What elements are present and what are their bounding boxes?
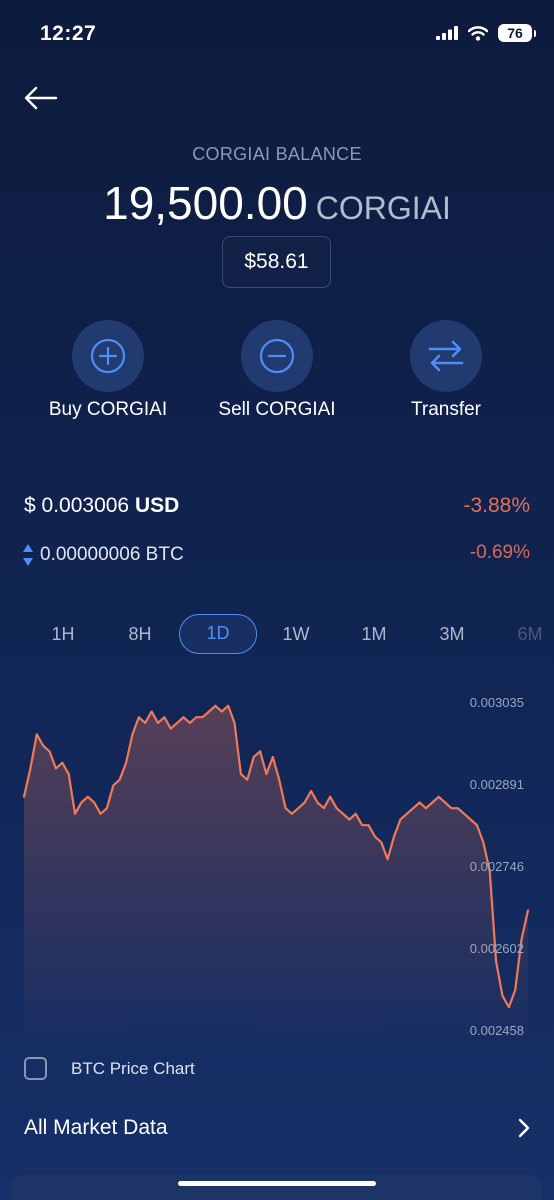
up-down-arrows-icon	[23, 544, 33, 566]
status-time: 12:27	[40, 22, 97, 45]
price-usd-suffix: USD	[129, 494, 180, 517]
transfer-button-circle[interactable]	[410, 320, 482, 392]
tab-8h[interactable]: 8H	[101, 614, 179, 654]
price-btc: 0.00000006 BTC	[22, 542, 184, 568]
tab-1h[interactable]: 1H	[24, 614, 102, 654]
balance-label: CORGIAI BALANCE	[192, 144, 362, 164]
y-tick-label: 0.003035	[469, 695, 524, 710]
price-chart[interactable]: 0.003035 0.002891 0.002746 0.002602 0.00…	[0, 690, 554, 1040]
sell-button-circle[interactable]	[241, 320, 313, 392]
range-tabs: 1H 8H 1D 1W 1M 3M 6M	[0, 614, 554, 654]
sell-button[interactable]: Sell CORGIAI	[187, 320, 367, 421]
tab-1w[interactable]: 1W	[257, 614, 335, 654]
sell-button-label: Sell CORGIAI	[218, 399, 336, 420]
y-tick-label: 0.002746	[469, 859, 524, 874]
status-icons: 76	[436, 24, 536, 42]
y-tick-label: 0.002891	[469, 777, 524, 792]
wifi-icon	[468, 25, 488, 41]
plus-circle-icon	[90, 338, 126, 374]
cellular-signal-icon	[436, 26, 458, 40]
buy-button-circle[interactable]	[72, 320, 144, 392]
price-usd-prefix: $	[24, 494, 42, 517]
tab-6m[interactable]: 6M	[491, 614, 554, 654]
btc-chart-label: BTC Price Chart	[71, 1058, 195, 1078]
btc-price-chart-toggle[interactable]: BTC Price Chart	[24, 1057, 195, 1080]
price-usd-change: -3.88%	[463, 494, 530, 517]
arrow-left-icon	[24, 86, 58, 110]
home-indicator	[178, 1181, 376, 1186]
usd-value-pill[interactable]: $58.61	[222, 236, 331, 288]
balance-amount: 19,500.00	[103, 177, 308, 229]
buy-button-label: Buy CORGIAI	[48, 399, 168, 420]
price-btc-value: 0.00000006 BTC	[40, 544, 184, 565]
price-usd: $ 0.003006 USD	[24, 494, 179, 518]
status-bar: 12:27 76	[0, 0, 554, 70]
all-market-data-row[interactable]: All Market Data	[0, 1112, 554, 1148]
back-button[interactable]	[22, 82, 62, 114]
buy-button[interactable]: Buy CORGIAI	[18, 320, 198, 421]
transfer-button-label: Transfer	[410, 399, 482, 420]
chevron-right-icon	[518, 1118, 530, 1138]
btc-chart-checkbox[interactable]	[24, 1057, 47, 1080]
swap-arrows-icon	[428, 340, 464, 372]
minus-circle-icon	[259, 338, 295, 374]
y-tick-label: 0.002602	[469, 941, 524, 956]
bottom-card	[12, 1175, 542, 1200]
chart-area-fill	[24, 705, 528, 1035]
all-market-data-label: All Market Data	[24, 1116, 168, 1139]
battery-indicator: 76	[498, 24, 536, 42]
tab-1m[interactable]: 1M	[335, 614, 413, 654]
price-usd-value: 0.003006	[41, 494, 130, 517]
price-btc-change: -0.69%	[469, 542, 530, 563]
tab-1d[interactable]: 1D	[179, 614, 257, 654]
balance-unit: CORGIAI	[315, 190, 451, 226]
balance-row: 19,500.00 CORGIAI	[0, 176, 554, 230]
y-tick-label: 0.002458	[469, 1023, 524, 1038]
tab-3m[interactable]: 3M	[413, 614, 491, 654]
transfer-button[interactable]: Transfer	[356, 320, 536, 421]
